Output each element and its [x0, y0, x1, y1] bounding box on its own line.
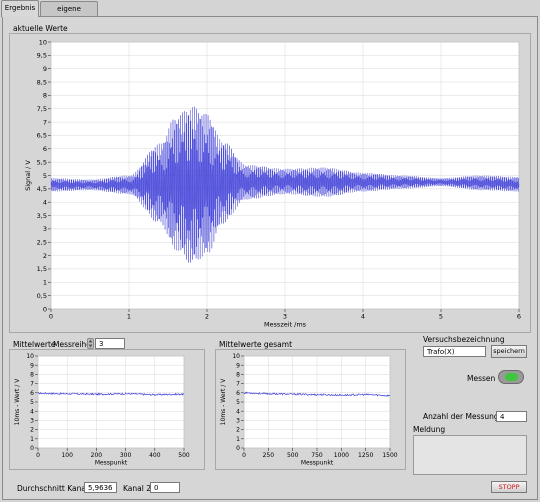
main-chart-title: aktuelle Werte [13, 24, 68, 33]
x-tick-label: 0 [36, 452, 40, 459]
y-tick-label: 3 [236, 418, 240, 425]
y-tick-label: 8 [30, 372, 34, 379]
stop-button[interactable]: STOPP [491, 481, 527, 493]
x-tick-label: 1500 [382, 452, 397, 459]
x-tick-label: 750 [311, 452, 323, 459]
y-tick-label: 1 [236, 436, 240, 443]
y-tick-label: 0,5 [37, 292, 47, 300]
count-input: 4 [496, 411, 527, 422]
y-tick-label: 8 [236, 372, 240, 379]
y-tick-label: 5,5 [37, 158, 47, 166]
y-tick-label: 2 [43, 252, 47, 260]
x-tick-label: 6 [517, 313, 521, 321]
y-tick-label: 6 [43, 145, 47, 153]
y-tick-label: 0 [43, 305, 47, 313]
series-label: Messreihe [53, 340, 91, 349]
x-tick-label: 500 [178, 452, 190, 459]
y-axis-label: Signal / V [24, 160, 32, 191]
x-tick-label: 250 [263, 452, 275, 459]
x-tick-label: 400 [149, 452, 161, 459]
y-tick-label: 8 [43, 92, 47, 100]
y-tick-label: 4 [30, 408, 34, 415]
x-tick-label: 3 [283, 313, 287, 321]
y-tick-label: 10 [232, 353, 240, 360]
message-label: Meldung [413, 425, 446, 434]
y-tick-label: 8,5 [37, 78, 47, 86]
y-tick-label: 10 [39, 38, 47, 46]
mean-total-chart: 0 1 2 3 4 5 6 7 8 9 10 0 250 500 750 1000 1250 1500 Messpu… [220, 353, 398, 467]
y-tick-label: 7 [43, 118, 47, 126]
x-axis-label: Messpunkt [95, 460, 128, 467]
series-input[interactable]: 3 [95, 338, 125, 349]
main-signal-chart: 0 0,5 1 1,5 2 2,5 3 3,5 4 4,5 5 5,5 6 6,5 7 7,5 8 8,5 9 9,5… [24, 38, 521, 329]
mean-total-label: Mittelwerte gesamt [219, 340, 293, 349]
experiment-input[interactable]: Trafo(X) [423, 346, 486, 357]
tab-bar: Ergebnis eigene Parameter [0, 0, 540, 28]
x-tick-label: 300 [120, 452, 132, 459]
tab-eigene-parameter[interactable]: eigene Parameter [40, 1, 98, 28]
y-tick-label: 7,5 [37, 105, 47, 113]
y-tick-label: 6,5 [37, 132, 47, 140]
experiment-label: Versuchsbezeichnung [423, 335, 505, 344]
y-tick-label: 1,5 [37, 265, 47, 273]
mean-series-chart: 0123456789100 100 200 300 400 500Messpunkt10m… [14, 353, 190, 467]
y-tick-label: 3 [43, 225, 47, 233]
y-axis-label: 10ms - Wert / V [14, 378, 21, 426]
x-tick-label: 100 [61, 452, 73, 459]
avg-ch2-label: Kanal 2 [123, 484, 151, 493]
y-tick-label: 5 [43, 172, 47, 180]
x-tick-label: 1000 [334, 452, 349, 459]
y-tick-label: 4 [43, 198, 47, 206]
y-tick-label: 5 [236, 399, 240, 406]
y-tick-label: 3 [30, 418, 34, 425]
avg-ch2-value: 0 [150, 482, 180, 493]
y-tick-label: 10 [26, 353, 34, 360]
save-button[interactable]: speichern [491, 345, 527, 358]
y-axis-label: 10ms - Wert / V [220, 378, 227, 426]
x-tick-label: 2 [205, 313, 209, 321]
x-tick-label: 500 [287, 452, 299, 459]
x-axis-label: Messpunkt [301, 460, 334, 467]
x-tick-label: 0 [49, 313, 53, 321]
x-tick-label: 4 [361, 313, 365, 321]
y-tick-label: 6 [236, 390, 240, 397]
x-tick-label: 1250 [358, 452, 373, 459]
x-tick-label: 1 [127, 313, 131, 321]
x-tick-label: 5 [439, 313, 443, 321]
y-tick-label: 9 [43, 65, 47, 73]
y-tick-label: 0 [30, 445, 34, 452]
x-tick-label: 200 [91, 452, 103, 459]
y-tick-label: 0 [236, 445, 240, 452]
measure-toggle[interactable] [498, 370, 524, 384]
x-tick-label: 0 [242, 452, 246, 459]
y-tick-label: 6 [30, 390, 34, 397]
y-tick-label: 5 [30, 399, 34, 406]
y-tick-label: 7 [236, 381, 240, 388]
y-tick-label: 2 [30, 427, 34, 434]
measure-label: Messen [467, 374, 496, 383]
x-axis-label: Messzeit /ms [264, 321, 307, 329]
y-tick-label: 4,5 [37, 185, 47, 193]
y-tick-label: 1 [30, 436, 34, 443]
message-box [413, 435, 527, 475]
mean-label: Mittelwerte [13, 340, 56, 349]
measure-led-icon [505, 373, 518, 381]
y-tick-label: 9 [236, 362, 240, 369]
y-tick-label: 9,5 [37, 52, 47, 60]
y-tick-label: 4 [236, 408, 240, 415]
y-tick-label: 9 [30, 362, 34, 369]
y-tick-label: 1 [43, 279, 47, 287]
y-tick-label: 3,5 [37, 212, 47, 220]
series-stepper[interactable] [87, 338, 94, 349]
y-tick-label: 2 [236, 427, 240, 434]
avg-ch1-value: 5,9636 [84, 482, 117, 493]
y-tick-label: 2,5 [37, 239, 47, 247]
y-tick-label: 7 [30, 381, 34, 388]
tab-ergebnis[interactable]: Ergebnis [1, 0, 39, 17]
stepper-arrows-icon [88, 339, 93, 348]
